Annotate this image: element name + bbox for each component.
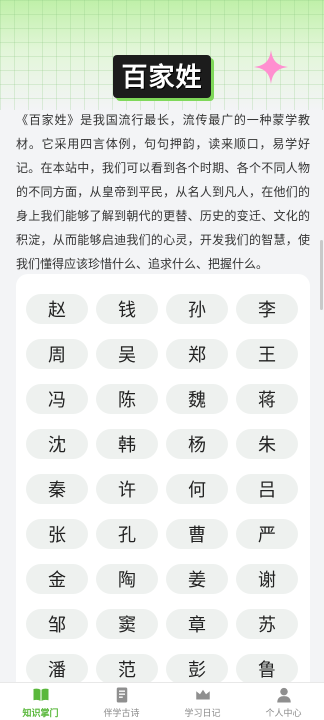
surname-item[interactable]: 韩 — [96, 429, 158, 459]
surname-item[interactable]: 章 — [166, 609, 228, 639]
crown-icon — [195, 689, 210, 700]
scrollbar[interactable] — [320, 240, 323, 310]
sparkle-icon — [254, 50, 288, 84]
surname-grid: 赵钱孙李周吴郑王冯陈魏蒋沈韩杨朱秦许何吕张孔曹严金陶姜谢邹窦章苏潘范彭鲁 — [26, 294, 300, 684]
surname-item[interactable]: 郑 — [166, 339, 228, 369]
tab-profile[interactable]: 个人中心 — [243, 683, 324, 720]
book-icon — [33, 688, 48, 701]
surname-item[interactable]: 何 — [166, 474, 228, 504]
scroll-icon — [116, 687, 127, 703]
intro-text: 《百家姓》是我国流行最长，流传最广的一种蒙学教材。它采用四言体例，句句押韵，读来… — [16, 113, 310, 271]
tab-label: 知识掌门 — [22, 709, 59, 719]
surname-item[interactable]: 李 — [236, 294, 298, 324]
surname-item[interactable]: 蒋 — [236, 384, 298, 414]
tab-poems[interactable]: 伴学古诗 — [81, 683, 162, 720]
surname-item[interactable]: 严 — [236, 519, 298, 549]
surname-item[interactable]: 潘 — [26, 654, 88, 684]
surname-item[interactable]: 范 — [96, 654, 158, 684]
surname-item[interactable]: 魏 — [166, 384, 228, 414]
surname-item[interactable]: 赵 — [26, 294, 88, 324]
surname-item[interactable]: 曹 — [166, 519, 228, 549]
surname-item[interactable]: 秦 — [26, 474, 88, 504]
surname-item[interactable]: 陈 — [96, 384, 158, 414]
surname-item[interactable]: 冯 — [26, 384, 88, 414]
surname-item[interactable]: 吴 — [96, 339, 158, 369]
tab-diary[interactable]: 学习日记 — [162, 683, 243, 720]
tab-label: 个人中心 — [265, 709, 302, 719]
surname-item[interactable]: 沈 — [26, 429, 88, 459]
page-title: 百家姓 — [113, 55, 211, 98]
surname-item[interactable]: 孙 — [166, 294, 228, 324]
surname-item[interactable]: 鲁 — [236, 654, 298, 684]
surname-item[interactable]: 朱 — [236, 429, 298, 459]
surname-item[interactable]: 邹 — [26, 609, 88, 639]
tab-label: 伴学古诗 — [103, 709, 140, 719]
surname-item[interactable]: 吕 — [236, 474, 298, 504]
surname-item[interactable]: 周 — [26, 339, 88, 369]
surname-item[interactable]: 姜 — [166, 564, 228, 594]
surname-item[interactable]: 谢 — [236, 564, 298, 594]
surname-item[interactable]: 钱 — [96, 294, 158, 324]
surname-item[interactable]: 孔 — [96, 519, 158, 549]
surname-item[interactable]: 张 — [26, 519, 88, 549]
surname-item[interactable]: 窦 — [96, 609, 158, 639]
tab-label: 学习日记 — [184, 709, 221, 719]
surname-item[interactable]: 王 — [236, 339, 298, 369]
surname-item[interactable]: 苏 — [236, 609, 298, 639]
surname-item[interactable]: 彭 — [166, 654, 228, 684]
bottom-tab-bar: 知识掌门 伴学古诗 学习日记 个人中心 — [0, 682, 324, 720]
user-icon — [276, 687, 291, 703]
surname-item[interactable]: 许 — [96, 474, 158, 504]
surname-item[interactable]: 金 — [26, 564, 88, 594]
surname-item[interactable]: 陶 — [96, 564, 158, 594]
surname-card: 赵钱孙李周吴郑王冯陈魏蒋沈韩杨朱秦许何吕张孔曹严金陶姜谢邹窦章苏潘范彭鲁 — [16, 274, 310, 694]
surname-item[interactable]: 杨 — [166, 429, 228, 459]
tab-knowledge[interactable]: 知识掌门 — [0, 683, 81, 720]
